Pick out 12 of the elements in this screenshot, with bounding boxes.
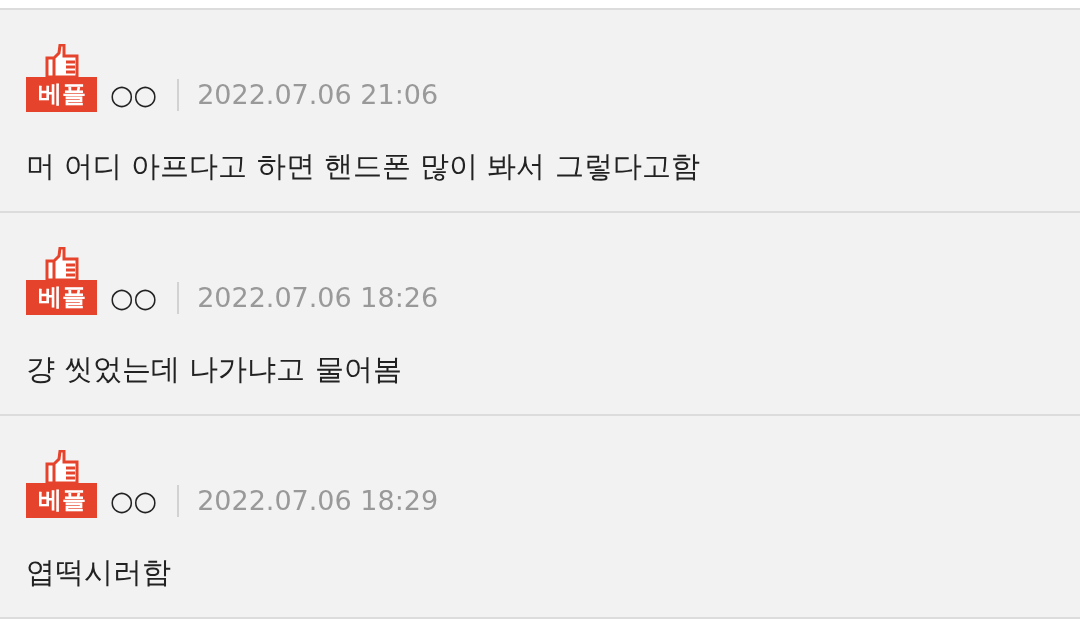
comment-text: 엽떡시러함 [26,554,172,591]
comment-date: 2022.07.06 21:06 [197,78,439,112]
best-reply-badge: 베플 [26,483,97,518]
comment-text: 걍 씻었는데 나가냐고 물어봄 [26,351,403,388]
comment-date: 2022.07.06 18:29 [197,484,439,518]
comment-text: 머 어디 아프다고 하면 핸드폰 많이 봐서 그렇다고함 [26,148,701,185]
author-name: ○○ [110,484,158,518]
author-name: ○○ [110,281,158,315]
best-reply-badge: 베플 [26,77,97,112]
author-name: ○○ [110,78,158,112]
comment-date: 2022.07.06 18:26 [197,281,439,315]
best-reply-badge: 베플 [26,280,97,315]
